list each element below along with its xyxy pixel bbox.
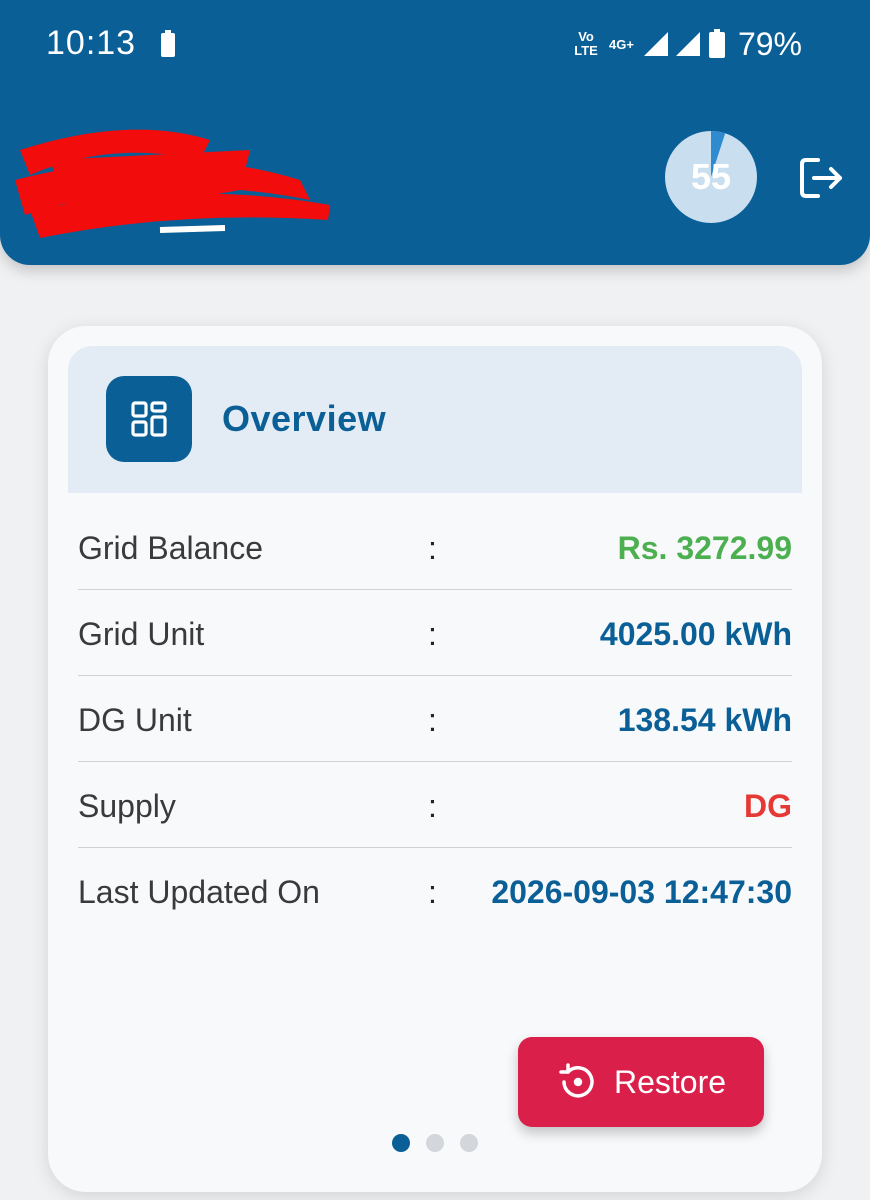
progress-value: 55 [690, 156, 732, 197]
row-label: Grid Unit [78, 616, 205, 652]
status-right-group: Vo LTE 4G+ 79% [571, 24, 802, 64]
row-label: Grid Balance [78, 530, 263, 566]
restore-button[interactable]: Restore [518, 1037, 764, 1127]
battery-percent: 79% [737, 25, 802, 62]
network-type: 4G+ [609, 36, 634, 52]
overview-rows: Grid Balance : Rs. 3272.99 Grid Unit : 4… [78, 504, 792, 934]
volte-indicator: Vo LTE [571, 30, 601, 58]
row-separator: : [428, 874, 437, 910]
row-separator: : [428, 530, 437, 566]
row-supply: Supply : DG [78, 762, 792, 848]
overview-card: Overview Grid Balance : Rs. 3272.99 Grid… [48, 326, 822, 1192]
logout-icon[interactable] [798, 156, 844, 200]
row-label: DG Unit [78, 702, 192, 738]
volte-top-label: Vo [578, 29, 594, 44]
app-header: 10:13 Vo LTE 4G+ 79% 55 [0, 0, 870, 265]
pager-dot[interactable] [460, 1134, 478, 1152]
row-separator: : [428, 702, 437, 738]
battery-small-icon [161, 30, 175, 57]
row-grid-unit: Grid Unit : 4025.00 kWh [78, 590, 792, 676]
restore-button-label: Restore [613, 1063, 727, 1100]
pager-dot[interactable] [426, 1134, 444, 1152]
row-label: Supply [78, 788, 176, 824]
restore-icon [559, 1063, 594, 1098]
row-separator: : [428, 616, 437, 652]
redacted-user-name [15, 129, 330, 238]
overview-title: Overview [222, 398, 387, 439]
status-time: 10:13 [46, 24, 137, 62]
row-dg-unit: DG Unit : 138.54 kWh [78, 676, 792, 762]
signal-icon-2 [675, 32, 700, 56]
row-label: Last Updated On [78, 874, 320, 910]
signal-icon [643, 32, 668, 56]
battery-icon [708, 29, 725, 58]
row-last-updated: Last Updated On : 2026-09-03 12:47:30 [78, 848, 792, 934]
row-separator: : [428, 788, 437, 824]
volte-bottom-label: LTE [574, 43, 598, 58]
pager-dots [392, 1133, 478, 1153]
overview-header: Overview [68, 346, 802, 493]
grid-icon [106, 376, 192, 462]
row-value: 138.54 kWh [617, 702, 792, 738]
pager-dot[interactable] [392, 1134, 410, 1152]
row-value: 4025.00 kWh [599, 616, 792, 652]
row-value: 2026-09-03 12:47:30 [491, 874, 792, 910]
row-grid-balance: Grid Balance : Rs. 3272.99 [78, 504, 792, 590]
row-value: DG [744, 788, 792, 824]
status-bar: 10:13 Vo LTE 4G+ 79% [0, 0, 870, 90]
row-value: Rs. 3272.99 [617, 530, 792, 566]
